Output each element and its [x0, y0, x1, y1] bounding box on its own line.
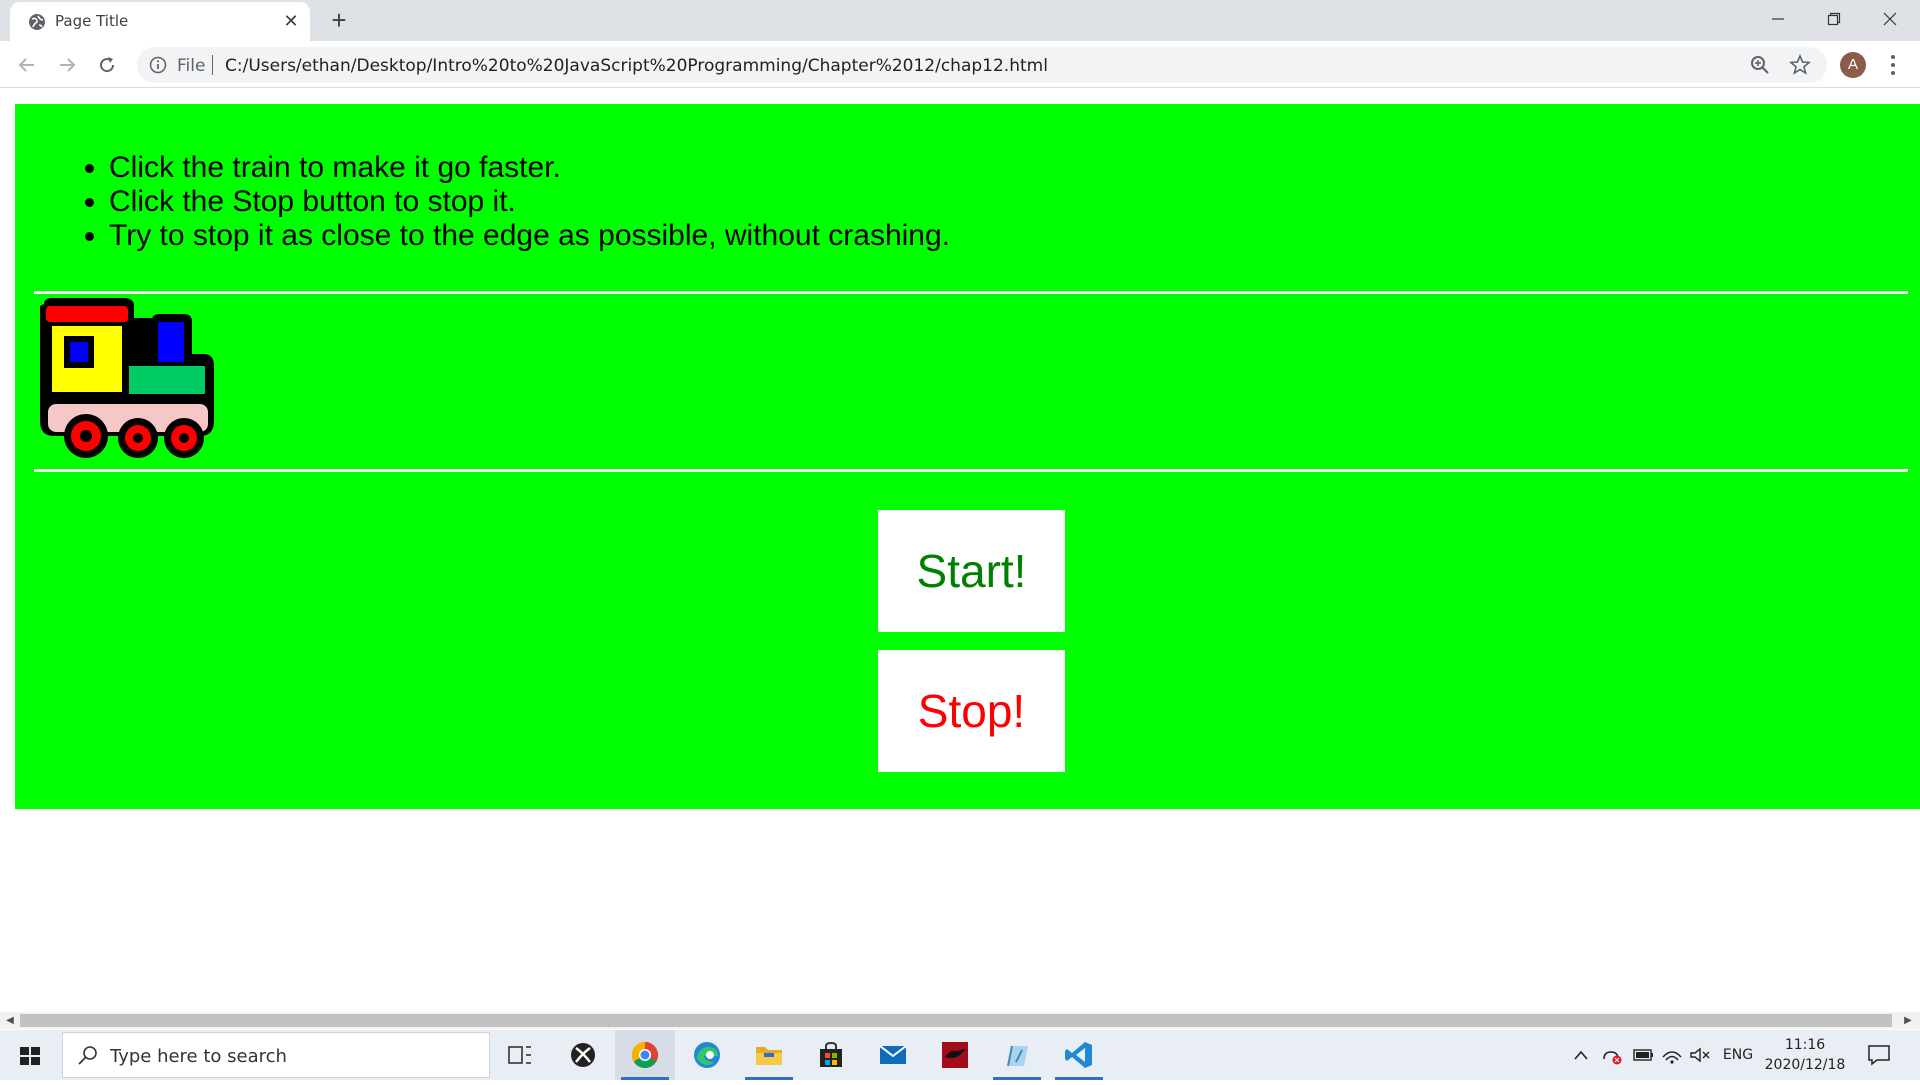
- input-language[interactable]: ENG: [1718, 1044, 1758, 1066]
- more-menu-icon[interactable]: [1882, 52, 1904, 78]
- reload-button[interactable]: [92, 50, 122, 80]
- browser-toolbar: File C:/Users/ethan/Desktop/Intro%20to%2…: [0, 41, 1920, 88]
- volume-muted-icon[interactable]: [1688, 1044, 1712, 1066]
- search-placeholder: Type here to search: [110, 1046, 287, 1067]
- profile-avatar[interactable]: A: [1840, 52, 1866, 78]
- network-error-icon[interactable]: [1600, 1044, 1624, 1066]
- edge-icon: [694, 1042, 720, 1068]
- xbox-app-button[interactable]: [553, 1030, 613, 1080]
- task-view-icon: [508, 1046, 531, 1064]
- vscode-icon: [1065, 1042, 1092, 1068]
- game-app-icon: [942, 1042, 968, 1068]
- clock-time: 11:16: [1784, 1037, 1826, 1053]
- forward-arrow-icon: [60, 58, 76, 72]
- file-explorer-icon: [756, 1047, 782, 1065]
- zoom-icon[interactable]: [1749, 54, 1771, 76]
- page-viewport: Click the train to make it go faster. Cl…: [0, 89, 1920, 1014]
- chrome-icon: [631, 1041, 659, 1069]
- search-icon: [78, 1046, 97, 1065]
- notification-icon[interactable]: [1864, 1044, 1894, 1066]
- forward-button[interactable]: [52, 50, 82, 80]
- instruction-item: Click the train to make it go faster.: [109, 151, 950, 185]
- system-clock[interactable]: 11:16 2020/12/18: [1760, 1035, 1850, 1075]
- bookmark-star-icon[interactable]: [1789, 54, 1811, 76]
- wifi-icon[interactable]: [1660, 1044, 1684, 1066]
- new-tab-button[interactable]: +: [325, 6, 353, 34]
- back-button[interactable]: [12, 50, 42, 80]
- notepad-app-button[interactable]: [987, 1030, 1047, 1080]
- vscode-app-button[interactable]: [1049, 1030, 1109, 1080]
- start-button-windows[interactable]: [0, 1030, 60, 1080]
- notepad-icon: [1007, 1045, 1028, 1067]
- back-arrow-icon: [18, 58, 34, 72]
- chevron-up-icon[interactable]: [1570, 1044, 1592, 1066]
- instructions-list: Click the train to make it go faster. Cl…: [109, 151, 950, 253]
- start-button[interactable]: Start!: [878, 510, 1065, 632]
- file-explorer-app-button[interactable]: [739, 1030, 799, 1080]
- store-icon: [820, 1041, 842, 1067]
- track-bottom-line: [34, 469, 1908, 472]
- info-icon[interactable]: [149, 56, 167, 74]
- tab-title: Page Title: [55, 12, 129, 30]
- close-window-button[interactable]: [1862, 0, 1918, 38]
- game-app-button[interactable]: [925, 1030, 985, 1080]
- restore-button[interactable]: [1806, 0, 1862, 38]
- windows-logo-icon: [20, 1047, 40, 1065]
- chrome-app-button[interactable]: [615, 1030, 675, 1080]
- restore-icon: [1827, 12, 1841, 26]
- globe-icon: [29, 14, 45, 30]
- track-top-line: [34, 291, 1908, 294]
- browser-tab[interactable]: Page Title ✕: [10, 2, 310, 41]
- task-view-button[interactable]: [490, 1030, 550, 1080]
- scroll-right-icon[interactable]: ▶: [1903, 1015, 1913, 1026]
- close-icon: [1883, 12, 1897, 26]
- minimize-icon: [1772, 18, 1784, 20]
- instruction-item: Try to stop it as close to the edge as p…: [109, 219, 950, 253]
- windows-taskbar: Type here to search ENG 11:16 2020/12/18: [0, 1030, 1920, 1080]
- store-app-button[interactable]: [801, 1030, 861, 1080]
- url-scheme-label: File: [177, 56, 206, 76]
- scrollbar-thumb[interactable]: [20, 1014, 1892, 1027]
- game-area: Click the train to make it go faster. Cl…: [15, 104, 1920, 809]
- clock-date: 2020/12/18: [1764, 1057, 1846, 1073]
- edge-app-button[interactable]: [677, 1030, 737, 1080]
- taskbar-search[interactable]: Type here to search: [62, 1032, 490, 1078]
- address-bar[interactable]: File C:/Users/ethan/Desktop/Intro%20to%2…: [137, 47, 1827, 83]
- scroll-left-icon[interactable]: ◀: [5, 1015, 15, 1026]
- browser-tab-strip: Page Title ✕ +: [0, 0, 1920, 41]
- reload-icon: [100, 57, 115, 73]
- url-separator: [212, 55, 213, 75]
- mail-icon: [879, 1045, 907, 1064]
- train-icon[interactable]: [34, 296, 224, 471]
- url-text[interactable]: C:/Users/ethan/Desktop/Intro%20to%20Java…: [225, 56, 1048, 76]
- battery-icon[interactable]: [1632, 1044, 1656, 1066]
- horizontal-scrollbar[interactable]: ◀ ▶: [0, 1012, 1920, 1029]
- xbox-icon: [571, 1043, 595, 1067]
- mail-app-button[interactable]: [863, 1030, 923, 1080]
- stop-button[interactable]: Stop!: [878, 650, 1065, 772]
- minimize-button[interactable]: [1750, 0, 1806, 38]
- instruction-item: Click the Stop button to stop it.: [109, 185, 950, 219]
- close-tab-icon[interactable]: ✕: [280, 10, 302, 32]
